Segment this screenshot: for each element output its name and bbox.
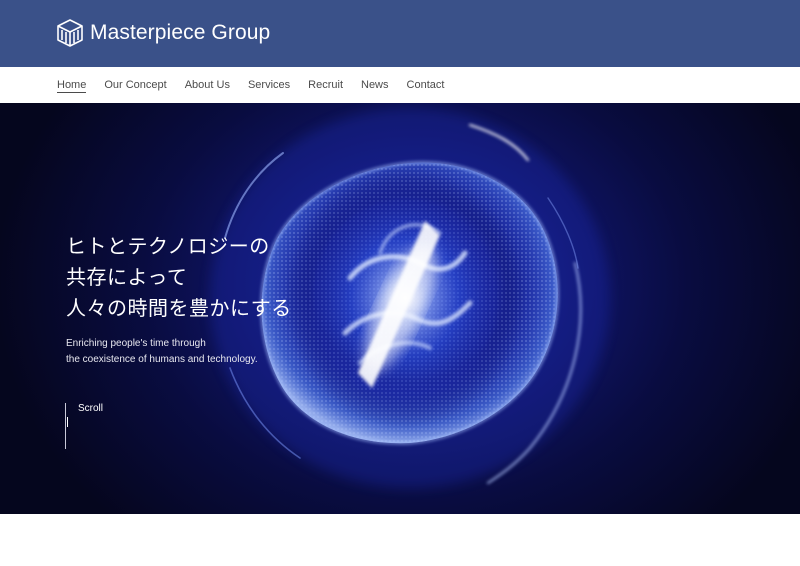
headline-line-3: 人々の時間を豊かにする <box>66 296 292 320</box>
hero-subline: Enriching people's time through the coex… <box>66 336 258 368</box>
subline-line-1: Enriching people's time through <box>66 338 206 349</box>
hero-section: ヒトとテクノロジーの 共存によって 人々の時間を豊かにする Enriching … <box>0 103 800 514</box>
brand-name: Masterpiece Group <box>90 21 271 44</box>
scroll-track <box>65 403 66 449</box>
main-navigation: Home Our Concept About Us Services Recru… <box>0 67 800 104</box>
subline-line-2: the coexistence of humans and technology… <box>66 354 258 365</box>
nav-item-news[interactable]: News <box>361 78 389 93</box>
nav-item-our-concept[interactable]: Our Concept <box>104 78 166 93</box>
nav-item-home[interactable]: Home <box>57 78 87 93</box>
nav-item-contact[interactable]: Contact <box>407 78 445 93</box>
hero-headline: ヒトとテクノロジーの 共存によって 人々の時間を豊かにする <box>66 231 292 324</box>
site-header: Masterpiece Group <box>0 0 800 67</box>
nav-item-recruit[interactable]: Recruit <box>308 78 343 93</box>
logo-link[interactable]: Masterpiece Group <box>56 18 270 48</box>
headline-line-1: ヒトとテクノロジーの <box>66 234 270 258</box>
cube-logo-icon <box>56 18 84 48</box>
scroll-thumb <box>67 417 68 427</box>
scroll-label: Scroll <box>78 403 104 414</box>
headline-line-2: 共存によって <box>66 265 188 289</box>
scroll-indicator[interactable]: Scroll <box>65 403 125 450</box>
nav-item-about-us[interactable]: About Us <box>185 78 230 93</box>
nav-item-services[interactable]: Services <box>248 78 290 93</box>
